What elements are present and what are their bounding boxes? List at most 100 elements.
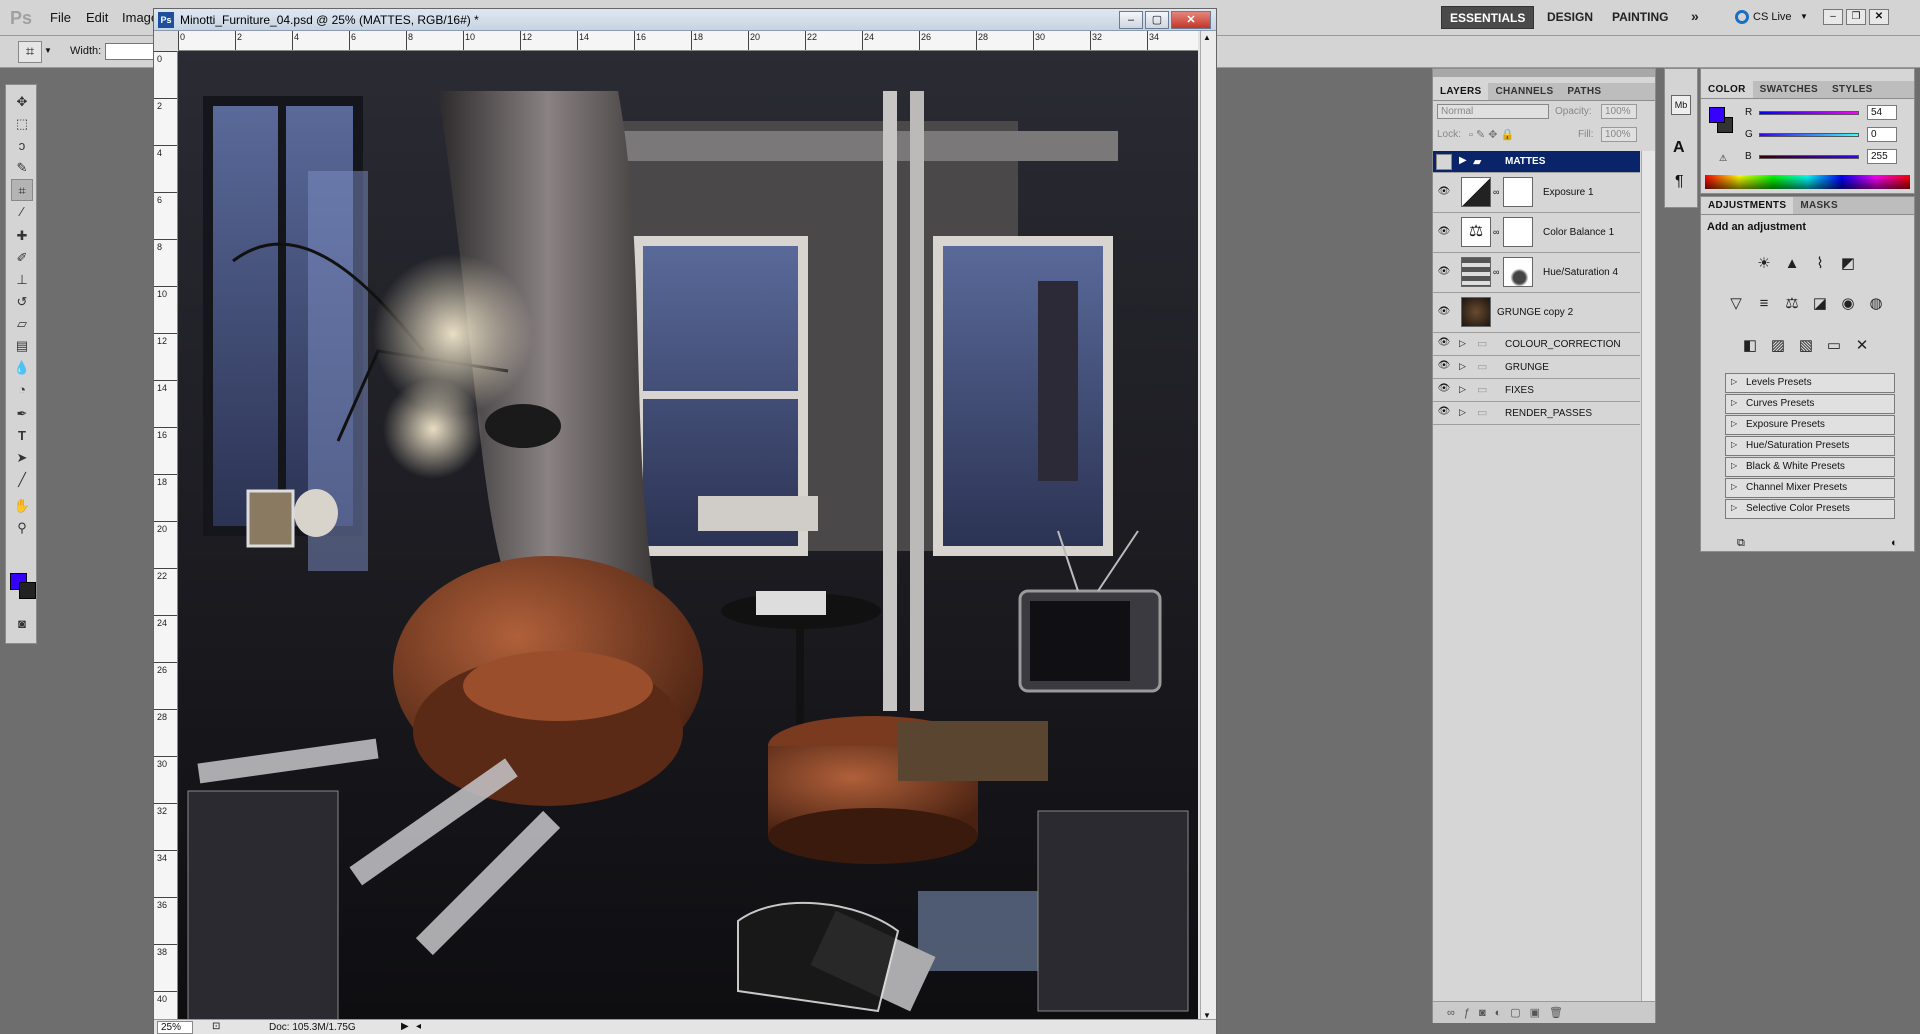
character-panel-icon[interactable]: A xyxy=(1673,139,1685,157)
layer-row[interactable]: 👁 ⚖ ∞ Color Balance 1 xyxy=(1433,213,1640,253)
menu-edit[interactable]: Edit xyxy=(86,10,108,25)
eye-icon[interactable]: 👁 xyxy=(1437,226,1451,240)
layers-scrollbar[interactable] xyxy=(1641,151,1655,1001)
color-spectrum-ramp[interactable] xyxy=(1705,175,1910,189)
vertical-scrollbar[interactable]: ▲ ▼ xyxy=(1200,31,1216,1027)
eye-icon[interactable]: 👁 xyxy=(1437,266,1451,280)
color-balance-icon[interactable]: ⚖ xyxy=(1781,293,1803,315)
clone-stamp-tool-icon[interactable]: ⊥ xyxy=(11,269,33,291)
blur-tool-icon[interactable]: 💧 xyxy=(11,357,33,379)
path-selection-tool-icon[interactable]: ➤ xyxy=(11,447,33,469)
app-minimize-button[interactable]: – xyxy=(1823,9,1843,25)
pen-tool-icon[interactable]: ✒ xyxy=(11,403,33,425)
selective-color-icon[interactable]: ✕ xyxy=(1851,335,1873,357)
expand-arrow-icon[interactable]: ▶ xyxy=(1459,155,1467,166)
tab-paths[interactable]: PATHS xyxy=(1560,83,1608,100)
preset-item[interactable]: ▷ Channel Mixer Presets xyxy=(1725,478,1895,498)
tab-masks[interactable]: MASKS xyxy=(1793,197,1845,214)
layer-row[interactable]: 👁 ∞ Hue/Saturation 4 xyxy=(1433,253,1640,293)
tab-layers[interactable]: LAYERS xyxy=(1433,83,1489,100)
b-value-field[interactable]: 255 xyxy=(1867,149,1897,164)
brush-tool-icon[interactable]: ✐ xyxy=(11,247,33,269)
layer-thumbnail[interactable] xyxy=(1461,297,1491,327)
scroll-left-icon[interactable]: ◂ xyxy=(416,1021,421,1032)
fill-field[interactable]: 100% xyxy=(1601,127,1637,142)
app-close-button[interactable]: ✕ xyxy=(1869,9,1889,25)
tab-color[interactable]: COLOR xyxy=(1701,81,1753,98)
healing-brush-tool-icon[interactable]: ✚ xyxy=(11,225,33,247)
horizontal-ruler[interactable]: 0 2 4 6 8 10 12 14 16 18 20 22 24 26 28 30 32 34 xyxy=(178,31,1198,51)
layer-row[interactable]: 👁 ▷ ▭ FIXES xyxy=(1433,379,1640,402)
layer-row[interactable]: 👁 ▷ ▭ RENDER_PASSES xyxy=(1433,402,1640,425)
tab-styles[interactable]: STYLES xyxy=(1825,81,1880,98)
preset-item[interactable]: ▷ Hue/Saturation Presets xyxy=(1725,436,1895,456)
exposure-icon[interactable]: ◩ xyxy=(1837,253,1859,275)
workspace-essentials[interactable]: ESSENTIALS xyxy=(1441,6,1535,29)
move-tool-icon[interactable]: ✥ xyxy=(11,91,33,113)
preset-item[interactable]: ▷ Black & White Presets xyxy=(1725,457,1895,477)
brightness-contrast-icon[interactable]: ☀ xyxy=(1753,253,1775,275)
opacity-field[interactable]: 100% xyxy=(1601,104,1637,119)
scroll-up-icon[interactable]: ▲ xyxy=(1203,33,1211,42)
clip-to-layer-icon[interactable]: ⧉ xyxy=(1737,537,1745,550)
layer-row[interactable]: 👁 ▷ ▭ COLOUR_CORRECTION xyxy=(1433,333,1640,356)
workspace-painting[interactable]: PAINTING xyxy=(1604,6,1676,29)
lasso-tool-icon[interactable]: ↄ xyxy=(11,135,33,157)
crop-tool-icon[interactable]: ⌗ xyxy=(11,179,33,201)
preset-item[interactable]: ▷ Selective Color Presets xyxy=(1725,499,1895,519)
layer-mask-thumbnail[interactable] xyxy=(1503,177,1533,207)
invert-icon[interactable]: ◧ xyxy=(1739,335,1761,357)
document-title-bar[interactable]: Ps Minotti_Furniture_04.psd @ 25% (MATTE… xyxy=(154,9,1216,31)
eye-icon[interactable]: 👁 xyxy=(1437,337,1451,351)
menu-file[interactable]: File xyxy=(50,10,71,25)
r-slider[interactable] xyxy=(1759,111,1859,115)
chain-link-icon[interactable]: ∞ xyxy=(1493,227,1499,237)
expand-arrow-icon[interactable]: ▷ xyxy=(1459,338,1466,349)
tab-adjustments[interactable]: ADJUSTMENTS xyxy=(1701,197,1794,214)
layer-mask-thumbnail[interactable] xyxy=(1503,217,1533,247)
eye-icon[interactable]: 👁 xyxy=(1437,383,1451,397)
layer-row[interactable]: ▶ ▰ MATTES xyxy=(1433,151,1640,173)
mini-bridge-icon[interactable]: Mb xyxy=(1671,95,1691,115)
doc-maximize-button[interactable]: ▢ xyxy=(1145,11,1169,29)
layers-footer-icons[interactable]: ∞ƒ◙◐▢▣🗑 xyxy=(1433,1001,1655,1023)
posterize-icon[interactable]: ▨ xyxy=(1767,335,1789,357)
expand-arrow-icon[interactable]: ▷ xyxy=(1459,361,1466,372)
background-color-swatch[interactable] xyxy=(19,582,36,599)
panel-collapse-strip[interactable] xyxy=(1433,69,1655,77)
eyedropper-tool-icon[interactable]: ⁄ xyxy=(11,201,33,223)
expand-arrow-icon[interactable]: ▷ xyxy=(1459,384,1466,395)
preset-dropdown-icon[interactable]: ▼ xyxy=(44,46,52,55)
hand-tool-icon[interactable]: ✋ xyxy=(11,495,33,517)
color-foreground-swatch[interactable] xyxy=(1709,107,1725,123)
gradient-map-icon[interactable]: ▭ xyxy=(1823,335,1845,357)
document-canvas[interactable] xyxy=(178,51,1198,1025)
cs-live-menu[interactable]: CS Live xyxy=(1753,11,1792,23)
line-tool-icon[interactable]: ╱ xyxy=(11,469,33,491)
threshold-icon[interactable]: ▧ xyxy=(1795,335,1817,357)
cs-live-icon[interactable] xyxy=(1735,10,1749,24)
layer-mask-thumbnail[interactable] xyxy=(1503,257,1533,287)
tab-swatches[interactable]: SWATCHES xyxy=(1753,81,1825,98)
history-brush-tool-icon[interactable]: ↺ xyxy=(11,291,33,313)
eraser-tool-icon[interactable]: ▱ xyxy=(11,313,33,335)
doc-close-button[interactable]: ✕ xyxy=(1171,11,1211,29)
layer-row[interactable]: 👁 ∞ Exposure 1 xyxy=(1433,173,1640,213)
preset-item[interactable]: ▷ Exposure Presets xyxy=(1725,415,1895,435)
preset-item[interactable]: ▷ Curves Presets xyxy=(1725,394,1895,414)
eye-icon[interactable]: 👁 xyxy=(1437,186,1451,200)
doc-minimize-button[interactable]: – xyxy=(1119,11,1143,29)
curves-icon[interactable]: ⌇ xyxy=(1809,253,1831,275)
zoom-level-field[interactable]: 25% xyxy=(157,1021,193,1034)
marquee-tool-icon[interactable]: ⬚ xyxy=(11,113,33,135)
dodge-tool-icon[interactable]: ◔ xyxy=(11,379,33,401)
layer-row[interactable]: 👁 GRUNGE copy 2 xyxy=(1433,293,1640,333)
eye-icon[interactable]: 👁 xyxy=(1437,306,1451,320)
zoom-tool-icon[interactable]: ⚲ xyxy=(11,517,33,539)
status-info-icon[interactable]: ⊡ xyxy=(212,1021,220,1032)
layer-row[interactable]: 👁 ▷ ▭ GRUNGE xyxy=(1433,356,1640,379)
r-value-field[interactable]: 54 xyxy=(1867,105,1897,120)
quick-select-tool-icon[interactable]: ✎ xyxy=(11,157,33,179)
chain-link-icon[interactable]: ∞ xyxy=(1493,187,1499,197)
vertical-ruler[interactable]: 0 2 4 6 8 10 12 14 16 18 20 22 24 26 28 30 32 34 36 38 40 xyxy=(154,51,178,1027)
